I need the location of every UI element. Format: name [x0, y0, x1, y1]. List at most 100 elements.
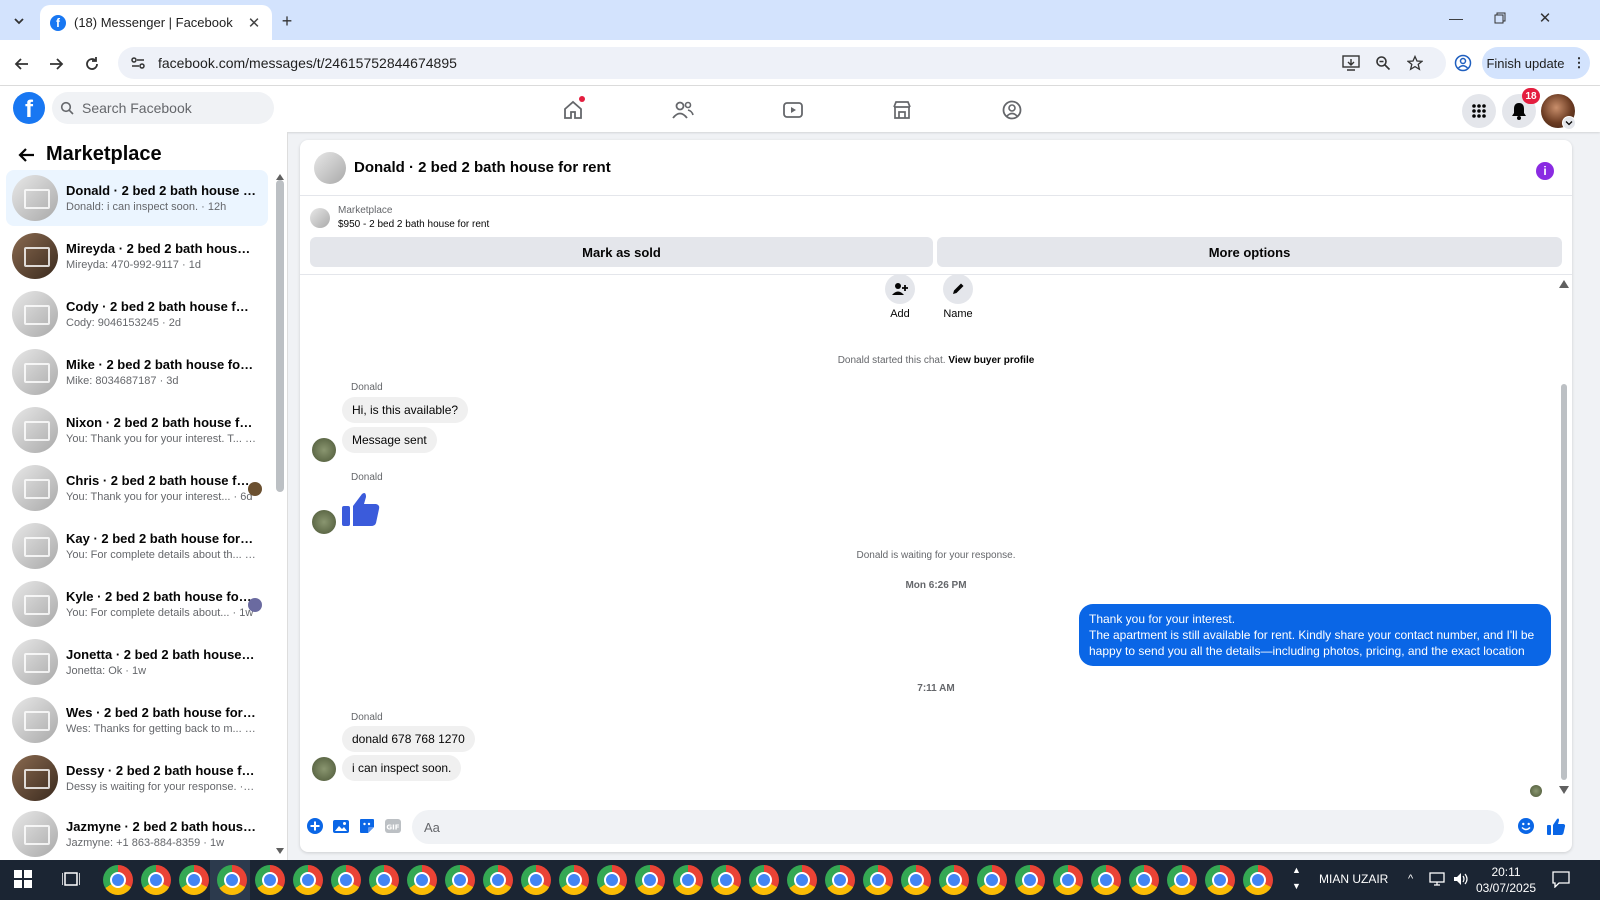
marketplace-icon[interactable] [887, 95, 917, 125]
chrome-taskbar-icon[interactable] [901, 865, 931, 895]
volume-icon[interactable] [1452, 871, 1470, 887]
chrome-taskbar-icon[interactable] [1015, 865, 1045, 895]
facebook-search-input[interactable]: Search Facebook [52, 92, 274, 124]
sender-avatar[interactable] [312, 510, 336, 534]
close-tab-icon[interactable]: ✕ [246, 14, 262, 32]
task-view-icon[interactable] [62, 870, 80, 888]
conversation-item[interactable]: Nixon · 2 bed 2 bath house for r... You: … [6, 402, 268, 458]
message-input[interactable]: Aa [412, 810, 1504, 844]
watch-video-icon[interactable] [778, 95, 808, 125]
chat-scroll-up-icon[interactable] [1559, 280, 1569, 288]
chrome-taskbar-icon[interactable] [445, 865, 475, 895]
send-like-icon[interactable] [1545, 815, 1567, 837]
chrome-taskbar-icon[interactable] [673, 865, 703, 895]
site-info-icon[interactable] [130, 55, 146, 71]
zoom-icon[interactable] [1372, 52, 1394, 74]
chrome-taskbar-icon[interactable] [749, 865, 779, 895]
friends-icon[interactable] [668, 95, 698, 125]
sender-avatar[interactable] [312, 757, 336, 781]
message-bubble[interactable]: Message sent [342, 427, 437, 453]
conversation-item[interactable]: Kay · 2 bed 2 bath house for rent You: Fo… [6, 518, 268, 574]
account-chevron-down-icon[interactable] [1562, 116, 1576, 130]
chrome-taskbar-icon[interactable] [369, 865, 399, 895]
chrome-taskbar-icon[interactable] [103, 865, 133, 895]
forward-icon[interactable] [44, 52, 68, 76]
chat-avatar[interactable] [314, 151, 346, 184]
restore-window-icon[interactable] [1490, 8, 1510, 28]
chrome-taskbar-icon[interactable] [141, 865, 171, 895]
conversation-item[interactable]: Donald · 2 bed 2 bath house for... Donald… [6, 170, 268, 226]
minimize-window-icon[interactable]: — [1446, 8, 1466, 28]
sticker-icon[interactable] [356, 815, 378, 837]
chrome-taskbar-icon[interactable] [217, 865, 247, 895]
chrome-taskbar-icon[interactable] [1205, 865, 1235, 895]
address-bar[interactable]: facebook.com/messages/t/2461575284467489… [118, 47, 1446, 79]
conversation-item[interactable]: Chris · 2 bed 2 bath house for... You: Th… [6, 460, 268, 516]
gif-icon[interactable]: GIF [382, 815, 404, 837]
chrome-taskbar-icon[interactable] [1053, 865, 1083, 895]
conversation-item[interactable]: Jazmyne · 2 bed 2 bath house f... Jazmyne… [6, 806, 268, 862]
sidebar-scroll-down-icon[interactable] [276, 848, 284, 854]
tab-search-dropdown-icon[interactable] [8, 10, 30, 32]
conversation-item[interactable]: Kyle · 2 bed 2 bath house for ... You: Fo… [6, 576, 268, 632]
conversation-info-icon[interactable]: i [1536, 162, 1554, 180]
message-bubble[interactable]: Hi, is this available? [342, 397, 469, 423]
mark-as-sold-button[interactable]: Mark as sold [310, 237, 933, 267]
notification-center-icon[interactable] [1552, 870, 1570, 888]
chrome-taskbar-icon[interactable] [1243, 865, 1273, 895]
network-icon[interactable] [1428, 871, 1446, 887]
facebook-logo[interactable]: f [13, 92, 45, 124]
chrome-taskbar-icon[interactable] [635, 865, 665, 895]
conversation-item[interactable]: Mireyda · 2 bed 2 bath house fo... Mireyd… [6, 228, 268, 284]
new-tab-icon[interactable]: + [276, 10, 298, 32]
conversation-item[interactable]: Wes · 2 bed 2 bath house for rent Wes: Th… [6, 692, 268, 748]
reload-icon[interactable] [80, 52, 104, 76]
name-chat-button[interactable]: Name [928, 274, 988, 320]
chrome-taskbar-icon[interactable] [597, 865, 627, 895]
close-window-icon[interactable]: ✕ [1535, 8, 1555, 28]
chrome-taskbar-icon[interactable] [179, 865, 209, 895]
chrome-taskbar-icon[interactable] [407, 865, 437, 895]
gaming-icon[interactable] [997, 95, 1027, 125]
chrome-taskbar-icon[interactable] [559, 865, 589, 895]
sidebar-scrollbar[interactable] [276, 180, 284, 492]
message-bubble[interactable]: donald 678 768 1270 [342, 726, 475, 752]
conversation-item[interactable]: Cody · 2 bed 2 bath house for r... Cody: … [6, 286, 268, 342]
menu-grid-icon[interactable] [1462, 94, 1496, 128]
chrome-taskbar-icon[interactable] [255, 865, 285, 895]
finish-update-button[interactable]: Finish update ⋮ [1482, 47, 1590, 79]
windows-start-icon[interactable] [14, 870, 32, 888]
chat-scrollbar[interactable] [1561, 384, 1567, 780]
chrome-taskbar-icon[interactable] [939, 865, 969, 895]
chrome-taskbar-icon[interactable] [825, 865, 855, 895]
conversation-item[interactable]: Mike · 2 bed 2 bath house for r... Mike: … [6, 344, 268, 400]
chrome-taskbar-icon[interactable] [787, 865, 817, 895]
chrome-taskbar-icon[interactable] [1167, 865, 1197, 895]
conversation-item[interactable]: Dessy · 2 bed 2 bath house for r... Dessy… [6, 750, 268, 806]
chrome-taskbar-icon[interactable] [331, 865, 361, 895]
more-options-button[interactable]: More options [937, 237, 1562, 267]
listing-summary[interactable]: Marketplace $950 - 2 bed 2 bath house fo… [310, 204, 489, 232]
view-buyer-profile-link[interactable]: View buyer profile [948, 355, 1034, 366]
back-arrow-icon[interactable] [18, 147, 36, 163]
bookmark-star-icon[interactable] [1404, 52, 1426, 74]
browser-tab-active[interactable]: f (18) Messenger | Facebook ✕ [40, 5, 272, 40]
add-people-button[interactable]: Add [870, 274, 930, 320]
chrome-taskbar-icon[interactable] [863, 865, 893, 895]
my-message-bubble[interactable]: Thank you for your interest. The apartme… [1079, 604, 1551, 666]
thumbs-up-sticker-icon[interactable] [340, 488, 382, 530]
show-hidden-icons-chevron-icon[interactable]: ^ [1408, 873, 1413, 885]
chrome-taskbar-icon[interactable] [1091, 865, 1121, 895]
more-actions-plus-icon[interactable] [304, 815, 326, 837]
taskbar-scroll-arrows-icon[interactable]: ▲ ▼ [1292, 862, 1301, 894]
back-icon[interactable] [10, 52, 34, 76]
attach-photo-icon[interactable] [330, 815, 352, 837]
taskbar-clock[interactable]: 20:11 03/07/2025 [1476, 864, 1536, 896]
chrome-taskbar-icon[interactable] [1129, 865, 1159, 895]
conversation-item[interactable]: Jonetta · 2 bed 2 bath house for... Jonet… [6, 634, 268, 690]
chrome-taskbar-icon[interactable] [521, 865, 551, 895]
chrome-taskbar-icon[interactable] [483, 865, 513, 895]
sender-avatar[interactable] [312, 438, 336, 462]
message-bubble[interactable]: i can inspect soon. [342, 755, 462, 781]
chrome-taskbar-icon[interactable] [977, 865, 1007, 895]
